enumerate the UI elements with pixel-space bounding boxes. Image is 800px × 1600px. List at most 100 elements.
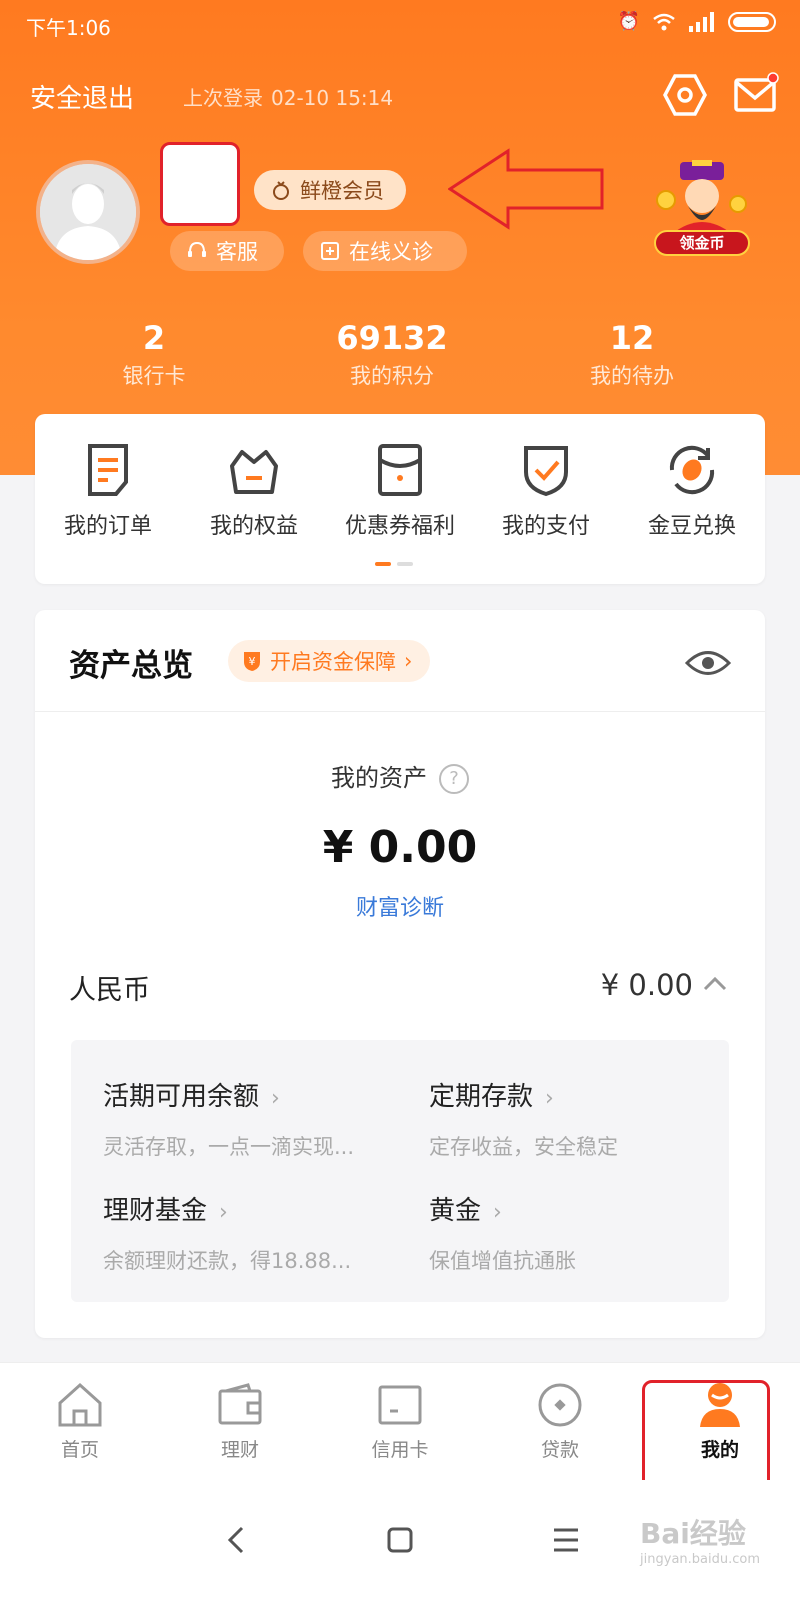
currency-value: ¥ 0.00 — [600, 968, 693, 1002]
alarm-icon: ⏰ — [617, 11, 640, 32]
logout-button[interactable]: 安全退出 — [30, 78, 134, 115]
stat-value: 12 — [609, 319, 655, 357]
clinic-icon — [321, 242, 339, 260]
stat-label: 我的积分 — [350, 364, 434, 388]
stat-bank-cards[interactable]: 2 银行卡 — [54, 318, 254, 390]
my-assets-text: 我的资产 — [331, 764, 427, 792]
fund-protection-label: 开启资金保障 — [270, 650, 396, 674]
wifi-icon — [653, 13, 675, 31]
tab-label: 首页 — [60, 1439, 99, 1461]
watermark-url: jingyan.baidu.com — [640, 1552, 760, 1567]
last-login-time: 02-10 15:14 — [271, 86, 394, 110]
asset-item-gold[interactable]: 黄金 › 保值增值抗通胀 — [429, 1190, 749, 1275]
chevron-right-icon: › — [493, 1200, 502, 1225]
stat-label: 银行卡 — [122, 364, 186, 388]
tab-label: 信用卡 — [371, 1439, 429, 1461]
watermark-brand: Bai经验 — [640, 1517, 746, 1550]
page-dot — [397, 562, 413, 566]
status-time: 下午1:06 — [26, 16, 111, 40]
customer-service-button[interactable]: 客服 — [170, 231, 284, 271]
my-assets-label: 我的资产? — [35, 758, 765, 794]
member-badge[interactable]: 鲜橙会员 — [254, 170, 406, 210]
quick-action-label: 我的支付 — [501, 514, 590, 539]
avatar[interactable] — [36, 160, 140, 264]
assets-header: 资产总览 ¥ 开启资金保障 › — [35, 610, 765, 712]
home-icon — [58, 1382, 102, 1427]
wealth-diagnosis-link[interactable]: 财富诊断 — [35, 890, 765, 922]
battery-icon — [728, 12, 776, 32]
currency-row[interactable]: 人民币 ¥ 0.00 — [69, 968, 729, 1008]
get-coins-label: 领金币 — [654, 230, 750, 256]
quick-action-label: 我的订单 — [63, 514, 152, 539]
asset-item-title: 黄金 — [429, 1196, 482, 1226]
quick-action-benefits[interactable]: 我的权益 — [181, 442, 327, 540]
ring-icon — [273, 181, 289, 200]
asset-item-funds[interactable]: 理财基金 › 余额理财还款，得18.88... — [103, 1190, 423, 1275]
username-redacted — [160, 142, 240, 226]
asset-item-title: 活期可用余额 — [103, 1082, 260, 1112]
loan-icon — [538, 1383, 582, 1427]
fund-protection-button[interactable]: ¥ 开启资金保障 › — [228, 640, 431, 682]
quick-action-label: 我的权益 — [209, 514, 298, 539]
bean-exchange-icon — [669, 445, 715, 495]
eye-icon[interactable] — [685, 648, 731, 678]
menu-icon[interactable] — [546, 1520, 586, 1560]
asset-item-current-balance[interactable]: 活期可用余额 › 灵活存取，一点一滴实现... — [103, 1076, 423, 1161]
last-login-label: 上次登录 — [183, 86, 263, 110]
quick-action-coupons[interactable]: 优惠券福利 — [327, 442, 473, 540]
back-icon[interactable] — [216, 1520, 256, 1560]
quick-action-orders[interactable]: 我的订单 — [35, 442, 181, 540]
assets-title: 资产总览 — [69, 648, 193, 684]
svg-text:¥: ¥ — [249, 655, 256, 668]
chevron-up-icon[interactable] — [701, 970, 729, 998]
watermark: Bai经验 jingyan.baidu.com — [640, 1512, 760, 1567]
stat-todos[interactable]: 12 我的待办 — [532, 318, 732, 390]
chevron-right-icon: › — [404, 649, 413, 673]
system-nav-bar: Bai经验 jingyan.baidu.com — [0, 1480, 800, 1600]
credit-card-icon — [378, 1385, 422, 1425]
quick-action-bean-exchange[interactable]: 金豆兑换 — [619, 442, 765, 540]
order-icon — [88, 444, 128, 496]
page-dot-active — [375, 562, 391, 566]
chevron-right-icon: › — [271, 1086, 280, 1111]
mail-icon[interactable] — [733, 72, 779, 118]
asset-item-title: 理财基金 — [103, 1196, 208, 1226]
tab-wealth[interactable]: 理财 — [185, 1381, 295, 1462]
wallet-icon — [218, 1383, 262, 1425]
tab-home[interactable]: 首页 — [25, 1381, 135, 1462]
currency-label: 人民币 — [69, 975, 150, 1006]
quick-actions-card: 我的订单 我的权益 优惠券福利 我的支付 金豆兑换 — [35, 414, 765, 584]
online-clinic-button[interactable]: 在线义诊 — [303, 231, 467, 271]
asset-item-subtitle: 余额理财还款，得18.88... — [103, 1249, 352, 1273]
shield-check-icon — [524, 446, 568, 497]
chevron-right-icon: › — [219, 1200, 228, 1225]
asset-item-title: 定期存款 — [429, 1082, 534, 1112]
tab-credit-card[interactable]: 信用卡 — [345, 1381, 455, 1462]
home-nav-icon[interactable] — [380, 1520, 420, 1560]
quick-action-payment[interactable]: 我的支付 — [473, 442, 619, 540]
signal-icon — [689, 12, 714, 32]
settings-hexagon-icon[interactable] — [662, 72, 708, 118]
chevron-right-icon: › — [545, 1086, 554, 1111]
member-badge-label: 鲜橙会员 — [300, 179, 384, 203]
status-bar: 下午1:06 ⏰ — [0, 0, 800, 50]
stat-points[interactable]: 69132 我的积分 — [292, 318, 492, 390]
asset-item-subtitle: 灵活存取，一点一滴实现... — [103, 1135, 355, 1159]
stat-value: 69132 — [336, 319, 448, 357]
status-icons: ⏰ — [618, 12, 776, 32]
asset-categories: 活期可用余额 › 灵活存取，一点一滴实现... 定期存款 › 定存收益，安全稳定 理… — [71, 1040, 729, 1302]
customer-service-label: 客服 — [216, 240, 258, 264]
page-indicator — [375, 562, 413, 566]
help-icon[interactable]: ? — [439, 764, 469, 794]
quick-action-label: 金豆兑换 — [647, 514, 736, 539]
stats-row: 2 银行卡 69132 我的积分 12 我的待办 — [0, 318, 800, 398]
get-coins-badge[interactable]: 领金币 — [652, 160, 752, 260]
yuan-shield-icon: ¥ — [244, 652, 260, 671]
tab-loan[interactable]: 贷款 — [505, 1381, 615, 1462]
asset-item-subtitle: 保值增值抗通胀 — [429, 1249, 576, 1273]
asset-item-fixed-deposit[interactable]: 定期存款 › 定存收益，安全稳定 — [429, 1076, 749, 1161]
basket-icon — [230, 450, 278, 494]
stat-label: 我的待办 — [590, 364, 674, 388]
total-assets-value: ¥ 0.00 — [322, 822, 478, 873]
left-arrow-annotation-icon — [448, 148, 604, 230]
